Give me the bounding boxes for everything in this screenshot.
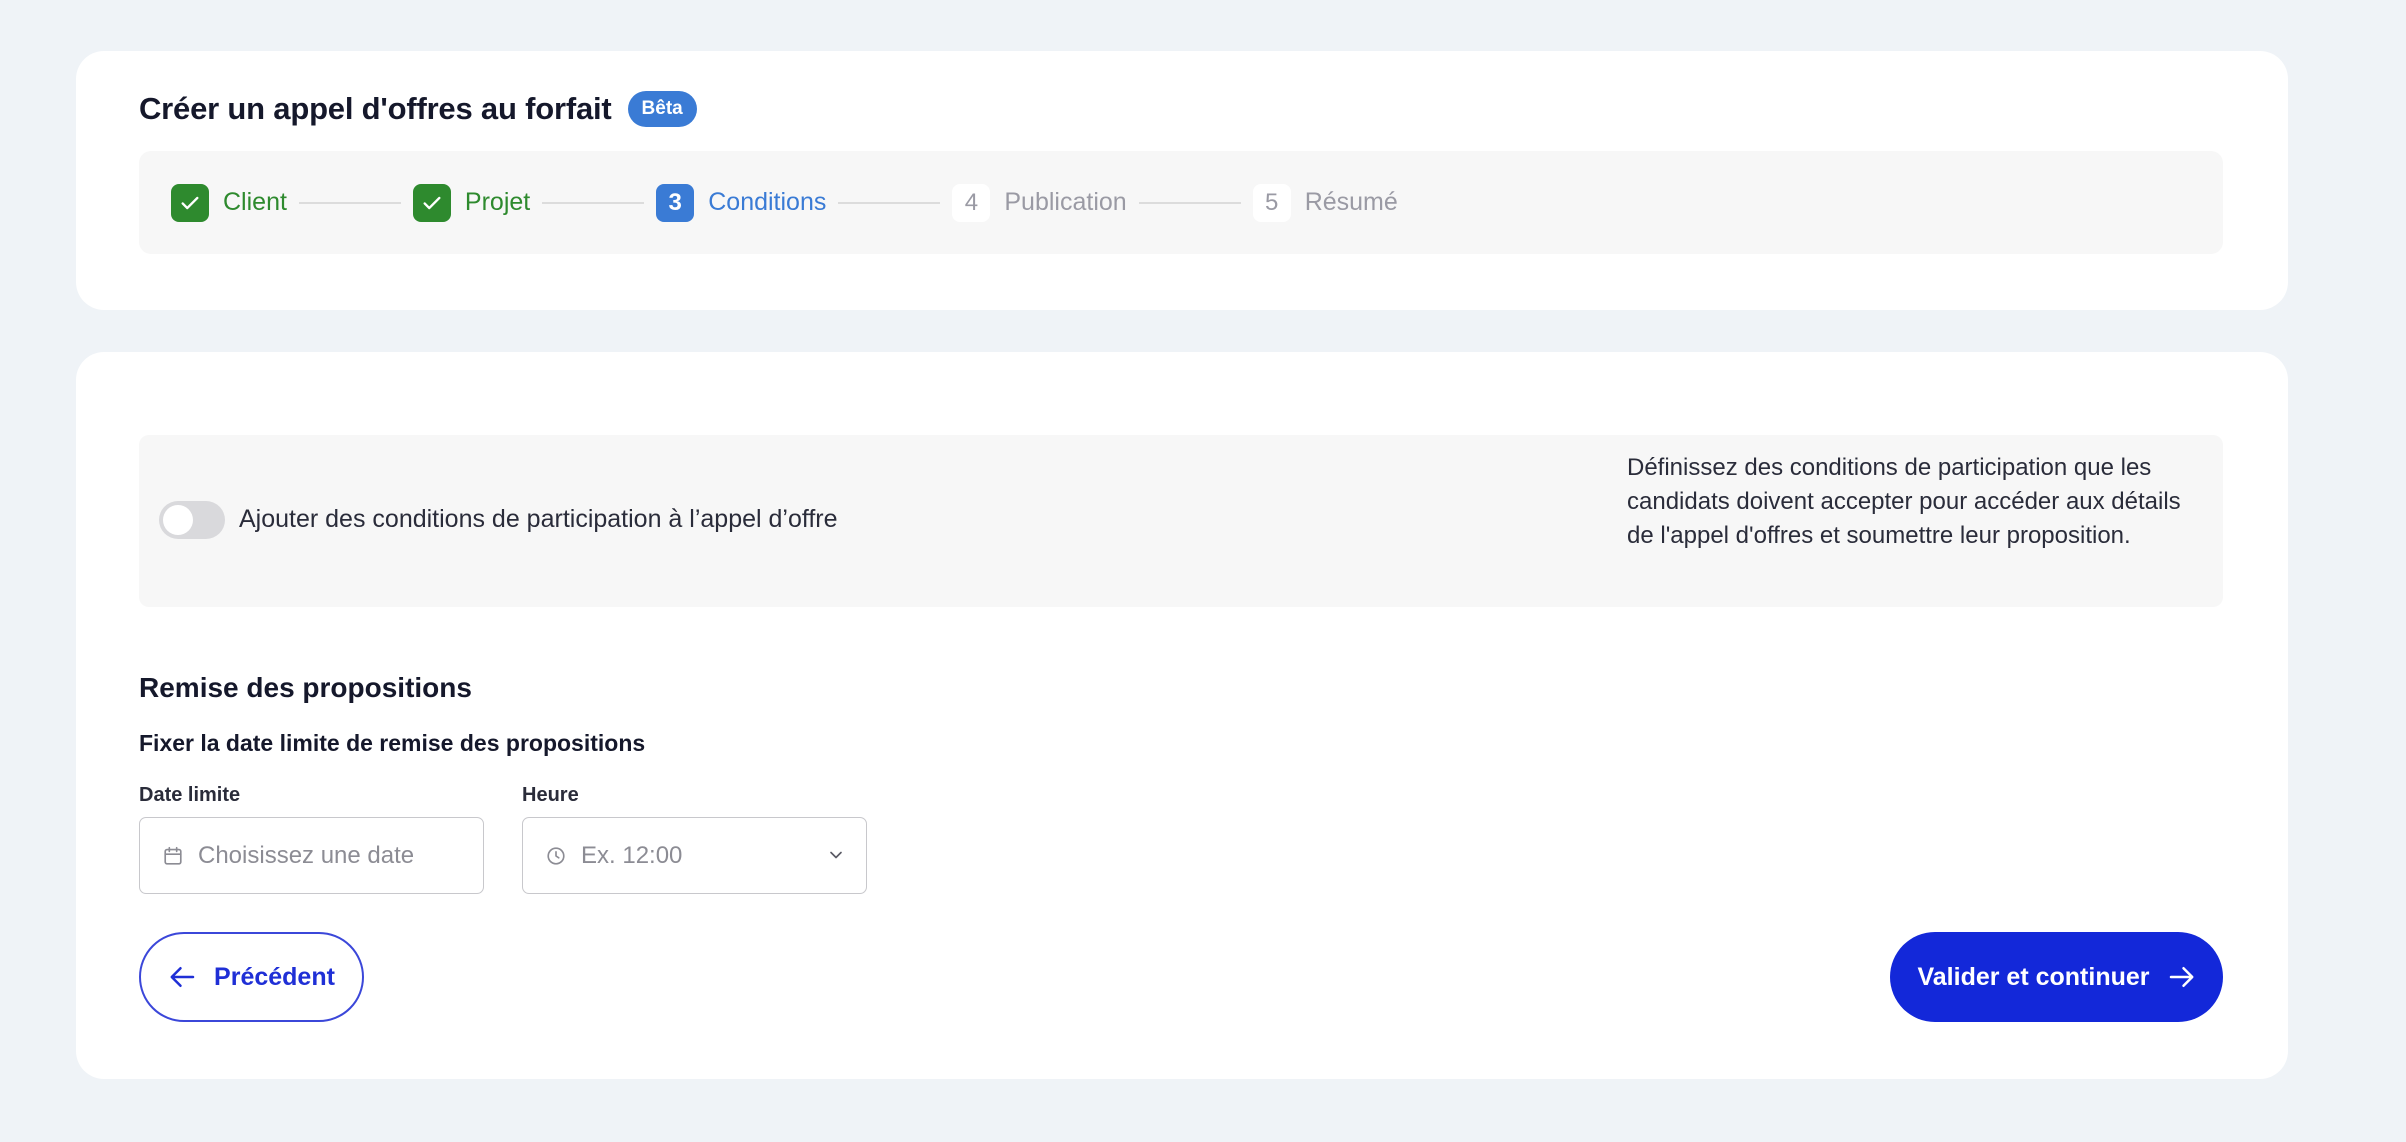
step-label: Conditions <box>708 188 827 216</box>
date-input[interactable] <box>198 841 428 870</box>
clock-icon <box>547 846 565 865</box>
toggle-knob <box>163 505 193 535</box>
step-label: Client <box>223 188 287 216</box>
validate-continue-button[interactable]: Valider et continuer <box>1890 932 2223 1022</box>
step-connector <box>838 201 941 204</box>
arrow-right-icon <box>2169 967 2193 987</box>
step-client[interactable]: Client <box>171 183 287 222</box>
step-label: Projet <box>464 188 531 216</box>
date-label: Date limite <box>139 784 241 806</box>
previous-button-label: Précédent <box>214 962 335 991</box>
step-number: 3 <box>656 183 695 222</box>
check-icon <box>171 183 209 222</box>
time-field[interactable] <box>522 817 867 894</box>
check-icon <box>412 183 451 222</box>
step-number: 5 <box>1252 183 1291 222</box>
stepper: Client Projet 3 Conditions 4 Publication… <box>139 151 2223 254</box>
section-title: Remise des propositions <box>139 672 472 703</box>
calendar-icon <box>164 846 182 865</box>
participation-conditions-panel: Ajouter des conditions de participation … <box>139 435 2223 607</box>
step-projet[interactable]: Projet <box>412 183 531 222</box>
step-number: 4 <box>952 183 991 222</box>
step-label: Résumé <box>1304 188 1398 216</box>
step-connector <box>542 201 645 204</box>
section-subtitle: Fixer la date limite de remise des propo… <box>139 730 646 756</box>
toggle-label: Ajouter des conditions de participation … <box>239 505 838 533</box>
participation-conditions-toggle[interactable] <box>159 501 225 539</box>
conditions-description: Définissez des conditions de participati… <box>1627 454 2181 549</box>
step-conditions[interactable]: 3 Conditions <box>656 183 827 222</box>
time-label: Heure <box>522 784 579 806</box>
step-label: Publication <box>1004 188 1127 216</box>
step-connector <box>298 201 401 204</box>
step-publication: 4 Publication <box>952 183 1127 222</box>
title-row: Créer un appel d'offres au forfait Bêta <box>139 91 697 127</box>
beta-badge: Bêta <box>627 91 697 127</box>
step-connector <box>1138 201 1241 204</box>
conditions-form-card: Ajouter des conditions de participation … <box>76 352 2288 1079</box>
previous-button[interactable]: Précédent <box>139 932 364 1022</box>
arrow-left-icon <box>170 967 195 987</box>
wizard-header-card: Créer un appel d'offres au forfait Bêta … <box>76 51 2288 310</box>
chevron-down-icon[interactable] <box>826 845 846 865</box>
validate-continue-button-label: Valider et continuer <box>1917 962 2150 991</box>
step-resume: 5 Résumé <box>1252 183 1398 222</box>
date-field[interactable] <box>139 817 484 894</box>
page-title: Créer un appel d'offres au forfait <box>139 91 612 126</box>
time-input[interactable] <box>581 841 811 870</box>
